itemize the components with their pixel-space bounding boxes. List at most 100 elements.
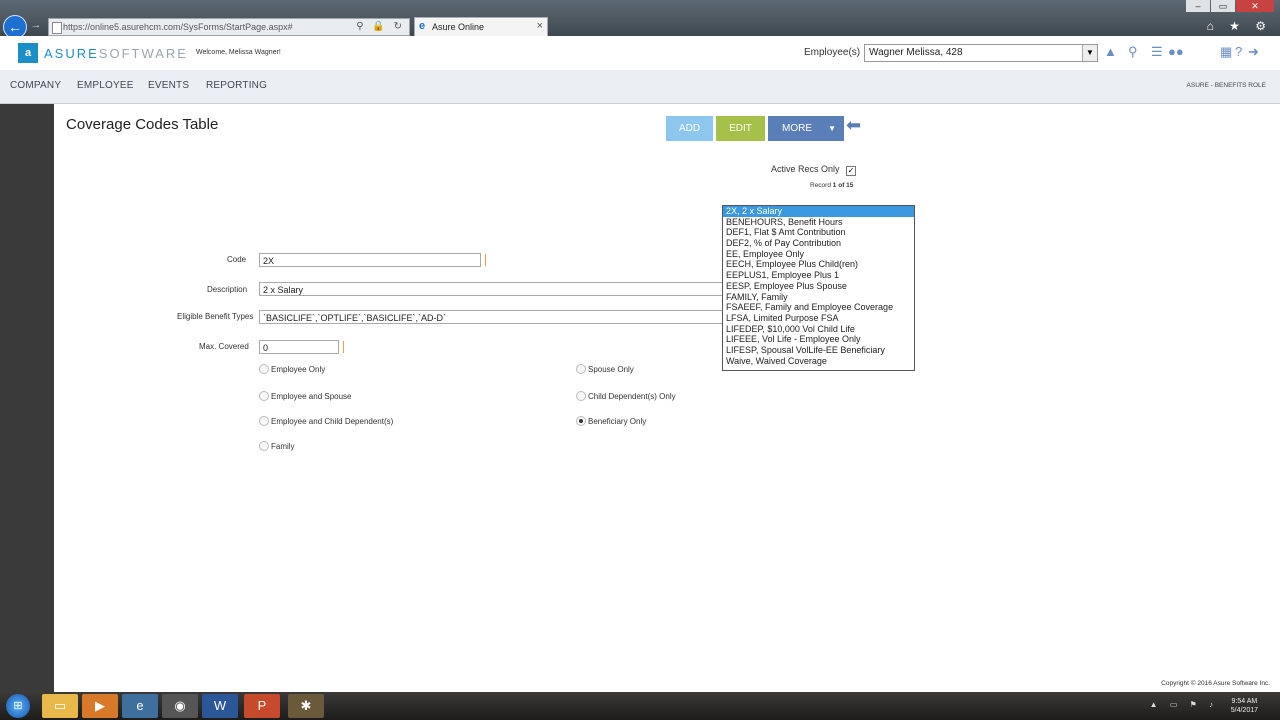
code-input[interactable]: 2X (259, 253, 481, 267)
list-item[interactable]: FSAEEF, Family and Employee Coverage (723, 302, 914, 313)
radio-employee-only[interactable] (259, 364, 269, 374)
people-icon[interactable]: ●● (1168, 44, 1184, 59)
radio-child-dependents-only[interactable] (576, 391, 586, 401)
more-button[interactable]: MORE ▼ (768, 116, 844, 141)
list-item[interactable]: EE, Employee Only (723, 249, 914, 260)
list-item[interactable]: DEF1, Flat $ Amt Contribution (723, 227, 914, 238)
active-recs-checkbox[interactable]: ✓ (846, 166, 856, 176)
app-header: a ASURESOFTWARE Welcome, Melissa Wagner!… (0, 36, 1280, 70)
internet-explorer-icon[interactable]: e (122, 694, 158, 718)
address-bar-icons[interactable]: ⚲ 🔒 ↻ (356, 19, 405, 35)
employee-label: Employee(s) (804, 47, 861, 58)
list-item[interactable]: LIFEDEP, $10,000 Vol Child Life (723, 324, 914, 335)
radio-employee-and-spouse[interactable] (259, 391, 269, 401)
radio-label: Employee Only (271, 365, 326, 374)
left-gutter (0, 104, 54, 692)
radio-label: Beneficiary Only (588, 417, 647, 426)
back-arrow-icon[interactable]: ⬅ (846, 115, 866, 135)
edit-button[interactable]: EDIT (716, 116, 765, 141)
address-url[interactable]: https://online5.asurehcm.com/SysForms/St… (63, 19, 293, 35)
list-item[interactable]: LIFESP, Spousal VolLife-EE Beneficiary (723, 345, 914, 356)
start-icon[interactable]: ⊞ (6, 694, 30, 718)
description-label: Description (207, 285, 248, 294)
list-item[interactable]: DEF2, % of Pay Contribution (723, 238, 914, 249)
tab-close-icon[interactable]: × (537, 20, 543, 32)
nav-item-employee[interactable]: EMPLOYEE (77, 80, 134, 91)
calendar-icon[interactable]: ▦ (1220, 44, 1232, 60)
address-bar[interactable]: https://online5.asurehcm.com/SysForms/St… (48, 18, 410, 36)
close-window-button[interactable]: ✕ (1236, 0, 1274, 12)
page-icon (52, 22, 62, 34)
clock[interactable]: 9:54 AM 5/4/2017 (1231, 697, 1258, 715)
role-label: ASURE - BENEFITS ROLE (1186, 82, 1266, 89)
code-label: Code (227, 255, 247, 264)
nav-item-reporting[interactable]: REPORTING (206, 80, 267, 91)
search-icon[interactable]: ⚲ (1128, 44, 1138, 60)
radio-family[interactable] (259, 441, 269, 451)
main-nav: COMPANY EMPLOYEE EVENTS REPORTING ASURE … (0, 70, 1280, 104)
tab-title: Asure Online (432, 22, 485, 32)
radio-label: Child Dependent(s) Only (588, 392, 676, 401)
more-button-label: MORE (782, 123, 812, 134)
minimize-button[interactable]: – (1186, 0, 1210, 12)
nav-item-company[interactable]: COMPANY (10, 80, 61, 91)
list-item[interactable]: LFSA, Limited Purpose FSA (723, 313, 914, 324)
logo-text: ASURESOFTWARE (44, 46, 188, 61)
radio-spouse-only[interactable] (576, 364, 586, 374)
ie-icon: e (419, 20, 426, 32)
word-icon[interactable]: W (202, 694, 238, 718)
list-item[interactable]: EECH, Employee Plus Child(ren) (723, 259, 914, 270)
logout-icon[interactable]: ➜ (1248, 44, 1259, 60)
required-marker (485, 254, 486, 266)
record-total: 15 (846, 182, 854, 189)
record-prefix: Record (810, 182, 831, 189)
system-tray-icons[interactable]: ▲ ▭ ⚑ ♪ (1150, 700, 1218, 709)
list-item[interactable]: Waive, Waived Coverage (723, 356, 914, 367)
forward-arrow-icon[interactable]: → (29, 18, 43, 32)
caret-down-icon[interactable]: ▼ (828, 116, 836, 141)
eligible-benefit-types-input[interactable]: `BASICLIFE`,`OPTLIFE`,`BASICLIFE`,`AD-D` (259, 310, 729, 324)
add-button[interactable]: ADD (666, 116, 713, 141)
browser-tab[interactable]: e Asure Online × (414, 17, 548, 37)
browser-toolbar-icons[interactable]: ⌂ ★ ⚙ (1207, 19, 1272, 33)
radio-beneficiary-only[interactable] (576, 416, 586, 426)
active-recs-label: Active Recs Only (771, 164, 840, 174)
list-item[interactable]: BENEHOURS, Benefit Hours (723, 217, 914, 228)
max-covered-input[interactable]: 0 (259, 340, 339, 354)
record-current: 1 (832, 182, 837, 189)
powerpoint-icon[interactable]: P (244, 694, 280, 718)
max-covered-label: Max. Covered (199, 342, 249, 351)
record-counter: Record 1 of 15 (810, 182, 853, 189)
list-item[interactable]: 2X, 2 x Salary (723, 206, 914, 217)
employee-select[interactable]: Wagner Melissa, 428 ▼ (864, 44, 1098, 62)
clock-date: 5/4/2017 (1230, 707, 1258, 714)
logo-brand: ASURE (44, 46, 99, 61)
description-input[interactable]: 2 x Salary (259, 282, 729, 296)
main-content: Coverage Codes Table ADD EDIT MORE ▼ ⬅ A… (54, 104, 1280, 692)
app-icon[interactable]: ✱ (288, 694, 324, 718)
nav-item-events[interactable]: EVENTS (148, 80, 189, 91)
browser-chrome: ← → https://online5.asurehcm.com/SysForm… (0, 0, 1280, 39)
help-icon[interactable]: ? (1235, 44, 1242, 59)
media-player-icon[interactable]: ▶ (82, 694, 118, 718)
clock-time: 9:54 AM (1231, 698, 1258, 705)
file-explorer-icon[interactable]: ▭ (42, 694, 78, 718)
chrome-icon[interactable]: ◉ (162, 694, 198, 718)
list-icon[interactable]: ☰ (1151, 44, 1163, 60)
logo-icon: a (18, 43, 38, 63)
radio-label: Employee and Child Dependent(s) (271, 417, 394, 426)
list-item[interactable]: EESP, Employee Plus Spouse (723, 281, 914, 292)
chevron-down-icon[interactable]: ▼ (1082, 45, 1097, 61)
window-controls: – ▭ ✕ (1186, 0, 1274, 12)
record-of: of (838, 182, 845, 189)
radio-employee-and-child[interactable] (259, 416, 269, 426)
page-title: Coverage Codes Table (66, 116, 219, 133)
radio-label: Employee and Spouse (271, 392, 352, 401)
maximize-button[interactable]: ▭ (1211, 0, 1235, 12)
list-item[interactable]: FAMILY, Family (723, 292, 914, 303)
list-item[interactable]: LIFEEE, Vol Life - Employee Only (723, 334, 914, 345)
list-item[interactable]: EEPLUS1, Employee Plus 1 (723, 270, 914, 281)
eligible-benefit-types-label: Eligible Benefit Types (177, 312, 254, 321)
up-arrow-icon[interactable]: ▲ (1104, 44, 1117, 59)
coverage-code-list[interactable]: 2X, 2 x Salary BENEHOURS, Benefit Hours … (722, 205, 915, 371)
